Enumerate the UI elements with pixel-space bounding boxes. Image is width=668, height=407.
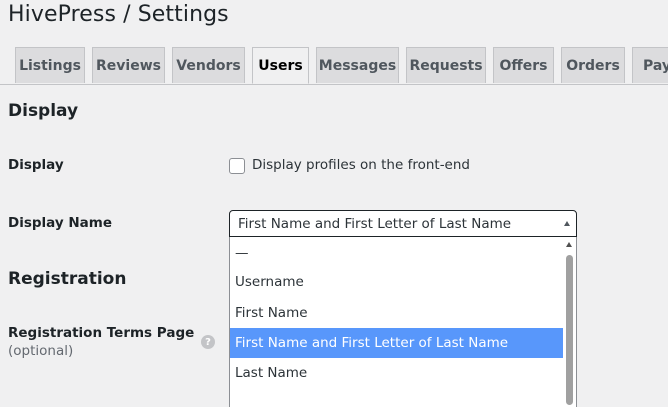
tab-vendors[interactable]: Vendors	[172, 47, 245, 83]
display-name-label: Display Name	[8, 215, 112, 231]
dropdown-option-last-name[interactable]: Last Name	[230, 358, 563, 388]
dropdown-option-first-name[interactable]: First Name	[230, 298, 563, 328]
dropdown-option-first-name-last-initial[interactable]: First Name and First Letter of Last Name	[230, 328, 563, 358]
tab-requests[interactable]: Requests	[406, 47, 486, 83]
display-profiles-checkbox[interactable]	[229, 158, 245, 174]
chevron-up-icon	[564, 221, 570, 226]
display-label: Display	[8, 157, 64, 173]
question-circle-icon[interactable]: ?	[201, 335, 215, 349]
scrollbar-thumb[interactable]	[566, 255, 573, 405]
page-title: HivePress / Settings	[8, 2, 229, 27]
tab-listings[interactable]: Listings	[15, 47, 85, 83]
registration-terms-label: Registration Terms Page	[8, 325, 195, 341]
dropdown-scrollbar[interactable]	[563, 237, 576, 407]
tab-users[interactable]: Users	[252, 47, 309, 84]
display-name-dropdown: — Username First Name First Name and Fir…	[229, 237, 577, 407]
dropdown-option-username[interactable]: Username	[230, 267, 563, 297]
section-title-display: Display	[8, 101, 79, 121]
tab-messages[interactable]: Messages	[316, 47, 399, 83]
settings-tabs: Listings Reviews Vendors Users Messages …	[0, 47, 668, 85]
scroll-up-arrow-icon[interactable]	[566, 242, 572, 247]
registration-terms-hint: (optional)	[8, 343, 74, 359]
display-name-select[interactable]: First Name and First Letter of Last Name	[229, 210, 577, 237]
display-name-select-value: First Name and First Letter of Last Name	[238, 216, 512, 232]
display-profiles-checkbox-label[interactable]: Display profiles on the front-end	[252, 157, 470, 173]
tab-payouts[interactable]: Paye	[632, 47, 668, 83]
tab-orders[interactable]: Orders	[561, 47, 625, 83]
section-title-registration: Registration	[8, 269, 127, 289]
tab-reviews[interactable]: Reviews	[92, 47, 165, 83]
tab-offers[interactable]: Offers	[493, 47, 554, 83]
dropdown-option-empty[interactable]: —	[230, 238, 563, 268]
